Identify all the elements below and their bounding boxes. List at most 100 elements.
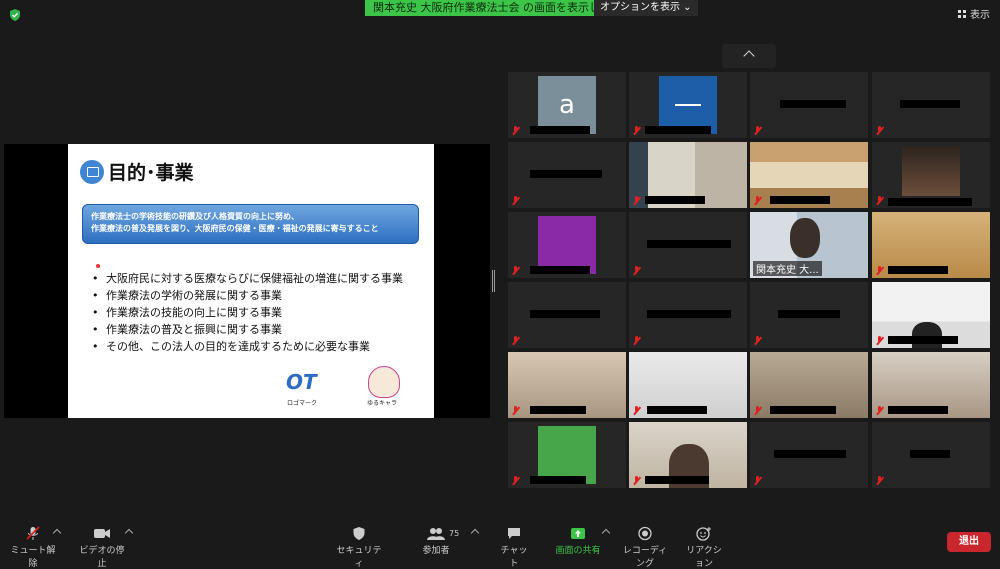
- participant-name: 関本充史 大...: [753, 261, 822, 276]
- participant-tile[interactable]: [750, 352, 868, 418]
- participant-tile[interactable]: [508, 142, 626, 208]
- redacted-name: [647, 310, 731, 318]
- muted-mic-icon: [633, 266, 640, 275]
- participant-tile[interactable]: [508, 282, 626, 348]
- slide-title: 目的･事業: [108, 162, 194, 184]
- muted-mic-icon: [876, 126, 883, 135]
- unmute-button[interactable]: ミュート解除: [8, 526, 58, 569]
- redacted-name: [770, 406, 836, 414]
- participant-tile[interactable]: [872, 72, 990, 138]
- chat-bubble-icon: [508, 528, 520, 539]
- participant-tile[interactable]: [629, 352, 747, 418]
- reactions-button[interactable]: リアクション: [683, 526, 725, 569]
- record-button[interactable]: レコーディング: [619, 526, 671, 569]
- muted-mic-icon: [633, 336, 640, 345]
- logo-caption: ロゴマーク: [287, 400, 318, 407]
- security-label: セキュリティ: [336, 546, 382, 569]
- muted-mic-icon: [876, 406, 883, 415]
- view-button[interactable]: 表示: [958, 6, 990, 21]
- leave-meeting-button[interactable]: 退出: [947, 532, 991, 552]
- redacted-name: [530, 406, 586, 414]
- redacted-name: [645, 126, 711, 134]
- redacted-name: [888, 336, 958, 344]
- participant-tile[interactable]: [872, 282, 990, 348]
- participant-tile[interactable]: [508, 212, 626, 278]
- split-view-handle[interactable]: [492, 270, 495, 292]
- participants-options-chevron-icon[interactable]: [470, 528, 480, 538]
- participant-tile[interactable]: [508, 422, 626, 488]
- participant-tile[interactable]: [508, 352, 626, 418]
- muted-mic-icon: [876, 266, 883, 275]
- muted-mic-icon: [754, 336, 761, 345]
- participant-tile[interactable]: a: [508, 72, 626, 138]
- laser-pointer-dot: [96, 264, 100, 268]
- list-item: その他、この法人の目的を達成するために必要な事業: [92, 338, 403, 355]
- slide-banner-line-2: 作業療法の普及発展を図り、大阪府民の保健・医療・福祉の発展に寄与すること: [91, 224, 379, 233]
- grid-view-icon: [958, 10, 966, 18]
- participant-tile[interactable]: [750, 142, 868, 208]
- muted-mic-icon: [754, 406, 761, 415]
- mascot-caption: ゆるキャラ: [367, 400, 398, 407]
- stop-video-button[interactable]: ビデオの停止: [76, 526, 128, 569]
- participants-button[interactable]: 参加者: [420, 526, 452, 556]
- presentation-slide: 目的･事業 作業療法士の学術技能の研鑽及び人格資質の向上に努め、 作業療法の普及…: [68, 144, 434, 418]
- slide-title-icon: [80, 160, 104, 184]
- participant-tile[interactable]: [872, 142, 990, 208]
- list-item: 大阪府民に対する医療ならびに保健福祉の増進に関する事業: [92, 270, 403, 287]
- unmute-label: ミュート解除: [10, 546, 56, 569]
- share-screen-label: 画面の共有: [555, 546, 601, 556]
- muted-mic-icon: [754, 476, 761, 485]
- redacted-name: [530, 476, 586, 484]
- redacted-name: [530, 126, 590, 134]
- security-button[interactable]: セキュリティ: [336, 526, 382, 569]
- redacted-name: [910, 450, 950, 458]
- participant-tile[interactable]: [750, 72, 868, 138]
- participant-tile[interactable]: [629, 212, 747, 278]
- list-item: 作業療法の普及と振興に関する事業: [92, 321, 403, 338]
- participant-tile[interactable]: [750, 282, 868, 348]
- muted-mic-icon: [512, 406, 519, 415]
- speaker-silhouette: [790, 218, 820, 258]
- muted-mic-icon: [876, 476, 883, 485]
- shield-icon: [353, 527, 365, 540]
- muted-mic-icon: [754, 196, 761, 205]
- redacted-name: [645, 476, 709, 484]
- participant-tile[interactable]: [872, 212, 990, 278]
- redacted-name: [900, 100, 960, 108]
- redacted-name: [778, 310, 840, 318]
- list-item: 作業療法の学術の発展に関する事業: [92, 287, 403, 304]
- participant-avatar: [902, 146, 960, 196]
- participant-tile[interactable]: [872, 352, 990, 418]
- chat-button[interactable]: チャット: [499, 526, 529, 569]
- show-options-button[interactable]: オプションを表示 ⌄: [594, 0, 698, 16]
- muted-mic-icon: [633, 196, 640, 205]
- participant-tile[interactable]: [872, 422, 990, 488]
- slide-purpose-banner: 作業療法士の学術技能の研鑽及び人格資質の向上に努め、 作業療法の普及発展を図り、…: [82, 204, 419, 244]
- smiley-reaction-icon: [696, 527, 711, 541]
- list-item: 作業療法の技能の向上に関する事業: [92, 304, 403, 321]
- share-screen-button[interactable]: 画面の共有: [554, 526, 602, 556]
- participants-label: 参加者: [422, 546, 450, 556]
- gallery-page-up-button[interactable]: [722, 44, 776, 68]
- slide-banner-line-1: 作業療法士の学術技能の研鑽及び人格資質の向上に努め、: [91, 212, 299, 221]
- redacted-name: [780, 100, 846, 108]
- participant-tile[interactable]: [750, 422, 868, 488]
- redacted-name: [530, 170, 602, 178]
- security-shield-icon: [10, 9, 20, 21]
- participant-tile[interactable]: [629, 422, 747, 488]
- participants-icon: [427, 528, 445, 540]
- muted-mic-icon: [512, 126, 519, 135]
- muted-mic-icon: [512, 336, 519, 345]
- active-speaker-tile[interactable]: 関本充史 大...: [750, 212, 868, 278]
- share-screen-icon: [571, 528, 585, 539]
- participant-tile[interactable]: [629, 142, 747, 208]
- redacted-name: [888, 266, 948, 274]
- share-options-chevron-icon[interactable]: [601, 528, 611, 538]
- slide-business-list: 大阪府民に対する医療ならびに保健福祉の増進に関する事業 作業療法の学術の発展に関…: [92, 270, 403, 355]
- redacted-name: [888, 198, 972, 206]
- redacted-name: [647, 240, 731, 248]
- record-label: レコーディング: [622, 546, 668, 569]
- muted-mic-icon: [633, 476, 640, 485]
- participant-tile[interactable]: [629, 72, 747, 138]
- participant-tile[interactable]: [629, 282, 747, 348]
